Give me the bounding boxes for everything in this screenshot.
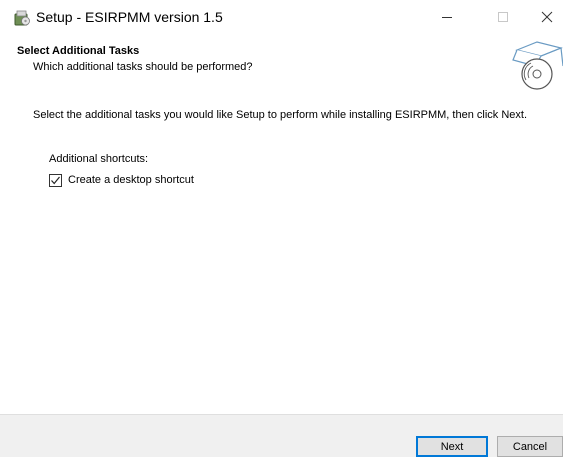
desktop-shortcut-label[interactable]: Create a desktop shortcut xyxy=(68,174,194,186)
task-desktop-shortcut[interactable]: Create a desktop shortcut xyxy=(49,172,194,188)
close-button[interactable] xyxy=(530,0,563,34)
page-title: Select Additional Tasks xyxy=(17,45,140,57)
window-title: Setup - ESIRPMM version 1.5 xyxy=(36,9,223,25)
maximize-button[interactable] xyxy=(480,0,526,34)
maximize-icon xyxy=(498,12,508,22)
setup-installer-icon xyxy=(14,10,30,26)
cancel-button[interactable]: Cancel xyxy=(497,436,563,457)
page-subtitle: Which additional tasks should be perform… xyxy=(33,61,253,73)
next-button[interactable]: Next xyxy=(416,436,488,457)
minimize-icon xyxy=(442,17,452,18)
wizard-box-disc-icon xyxy=(512,41,563,90)
intro-text: Select the additional tasks you would li… xyxy=(33,109,528,121)
checkmark-icon xyxy=(51,176,60,184)
minimize-button[interactable] xyxy=(424,0,470,34)
close-icon xyxy=(541,11,552,23)
shortcuts-group-label: Additional shortcuts: xyxy=(49,153,149,165)
title-bar: Setup - ESIRPMM version 1.5 xyxy=(0,0,563,34)
desktop-shortcut-checkbox[interactable] xyxy=(49,173,62,187)
